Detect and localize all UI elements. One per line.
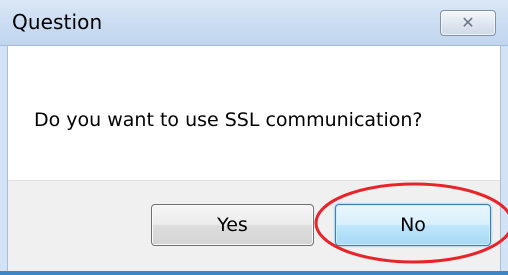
dialog-message: Do you want to use SSL communication? [34,109,423,131]
window-border-left [0,46,8,275]
message-area: Do you want to use SSL communication? [8,46,500,180]
title-bar: Question ✕ [0,0,508,46]
button-bar: Yes No [8,180,500,275]
dialog-title: Question [12,10,103,34]
yes-button[interactable]: Yes [151,204,314,246]
dialog-window: Question ✕ Do you want to use SSL commun… [0,0,508,275]
close-icon: ✕ [461,13,475,32]
window-border-bottom [0,271,508,275]
close-button[interactable]: ✕ [440,10,496,36]
no-button[interactable]: No [335,204,491,246]
window-border-right [500,46,508,275]
